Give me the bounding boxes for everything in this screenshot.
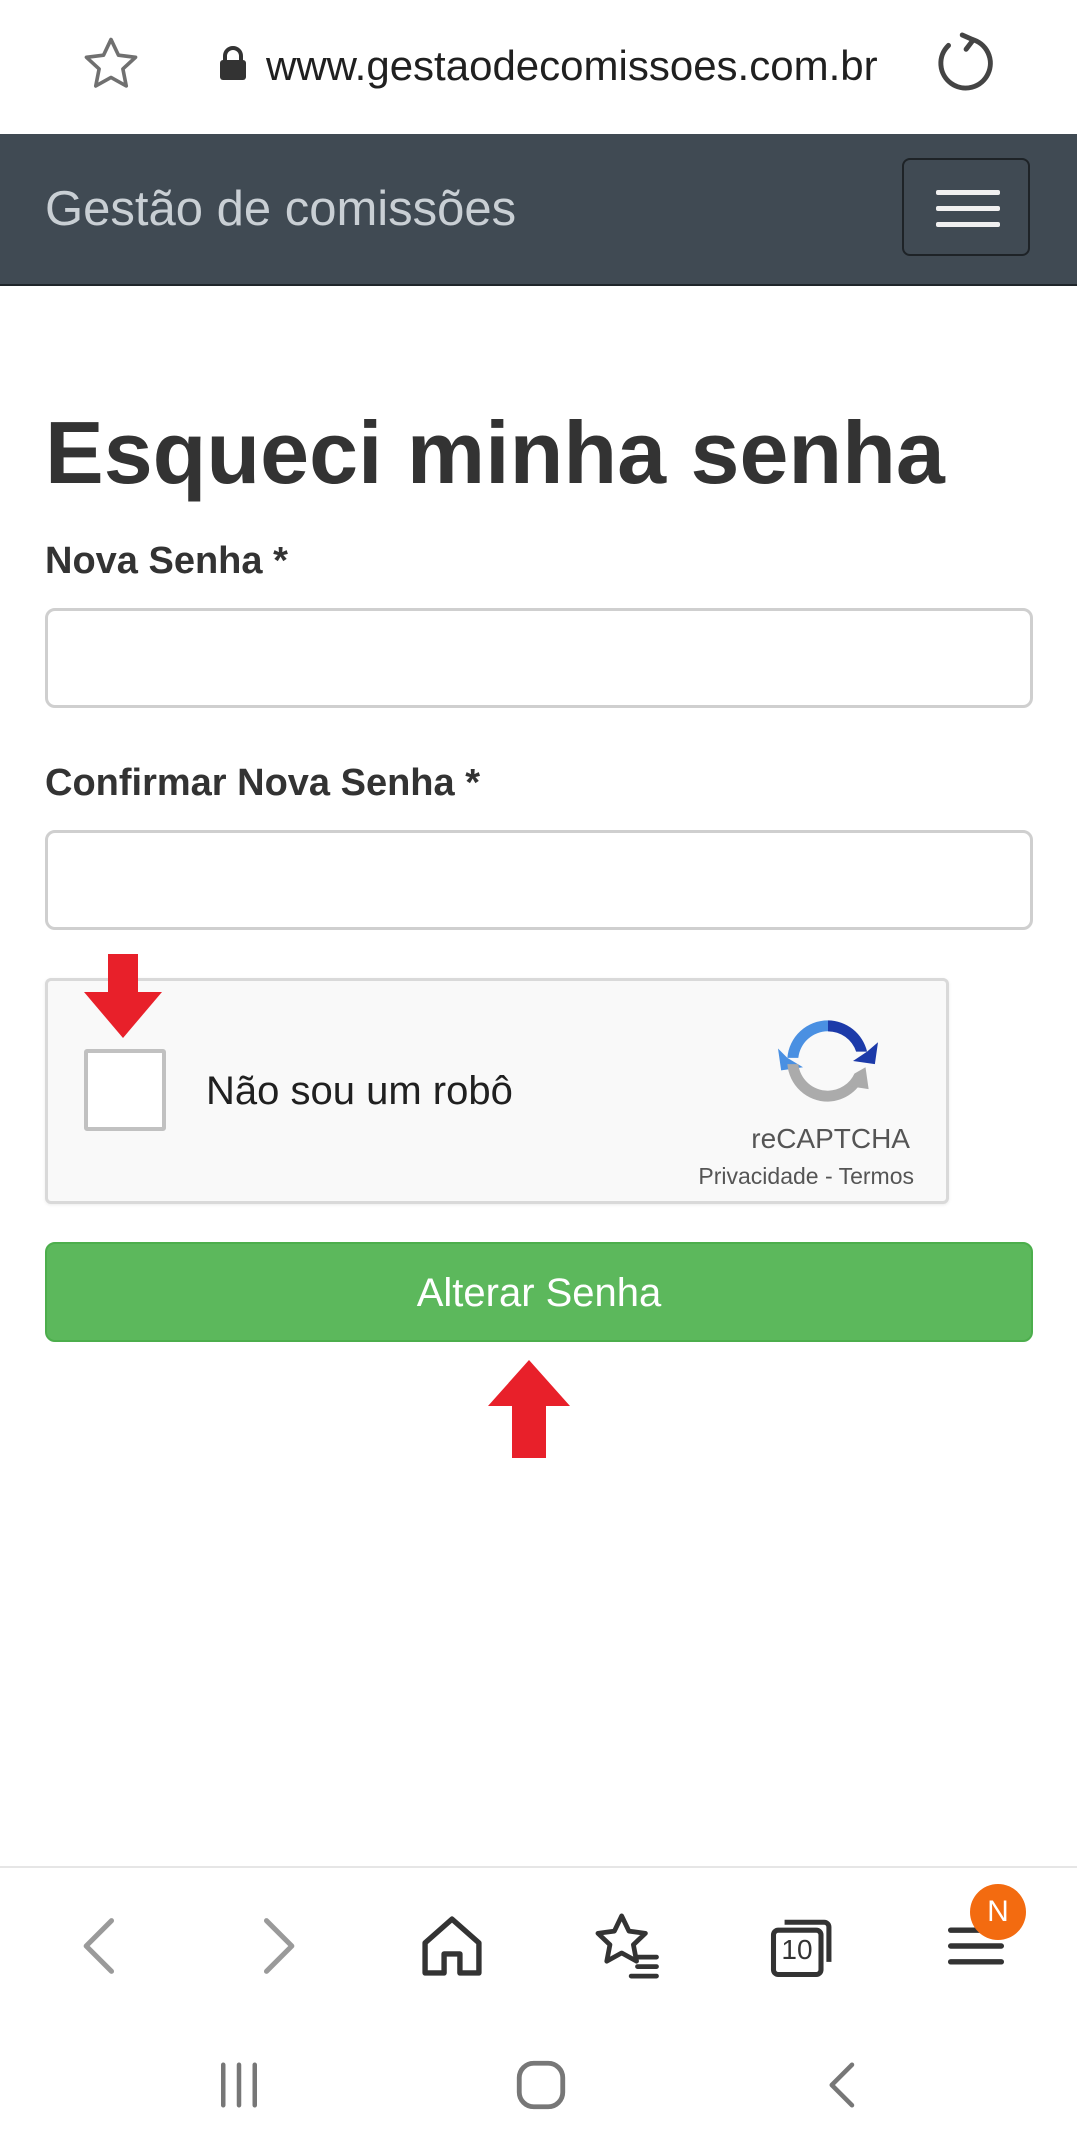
confirm-password-input[interactable] [45, 830, 1033, 930]
navbar-brand[interactable]: Gestão de comissões [45, 178, 516, 240]
back-nav-icon[interactable] [816, 2058, 870, 2112]
change-password-button[interactable]: Alterar Senha [45, 1242, 1033, 1342]
recaptcha-logo-icon [778, 1020, 878, 1102]
recaptcha-label: Não sou um robô [206, 1069, 513, 1113]
recaptcha-widget: Não sou um robô reCAPTCHA Privacidade - … [45, 978, 949, 1204]
up-arrow-annotation-icon [488, 1360, 570, 1458]
recent-apps-icon[interactable] [212, 2058, 266, 2112]
android-nav-bar [0, 2016, 1077, 2153]
tab-count: 10 [781, 1934, 813, 1965]
site-navbar: Gestão de comissões [0, 134, 1077, 286]
confirm-password-label: Confirmar Nova Senha * [45, 762, 480, 804]
bookmarks-icon[interactable] [590, 1908, 666, 1984]
browser-bottom-toolbar: 10 [0, 1866, 1077, 2018]
chevron-right-icon[interactable] [238, 1908, 314, 1984]
recaptcha-privacy-terms-links[interactable]: Privacidade - Termos [698, 1161, 914, 1191]
chevron-left-icon[interactable] [64, 1908, 140, 1984]
star-icon[interactable] [80, 33, 142, 95]
reload-icon[interactable] [932, 30, 998, 96]
hamburger-menu-button[interactable] [902, 158, 1030, 256]
new-password-input[interactable] [45, 608, 1033, 708]
lock-icon [220, 46, 246, 80]
home-nav-icon[interactable] [512, 2056, 570, 2114]
recaptcha-checkbox[interactable] [84, 1049, 166, 1131]
tabs-button[interactable]: 10 [764, 1908, 840, 1984]
page-title: Esqueci minha senha [45, 403, 945, 502]
browser-address-bar: www.gestaodecomissoes.com.br [0, 0, 1077, 134]
recaptcha-brand: reCAPTCHA [751, 1123, 910, 1154]
url-text[interactable]: www.gestaodecomissoes.com.br [266, 36, 916, 96]
home-icon[interactable] [414, 1908, 490, 1984]
new-password-label: Nova Senha * [45, 540, 288, 582]
down-arrow-annotation-icon [84, 954, 162, 1038]
menu-notification-badge: N [970, 1884, 1026, 1940]
